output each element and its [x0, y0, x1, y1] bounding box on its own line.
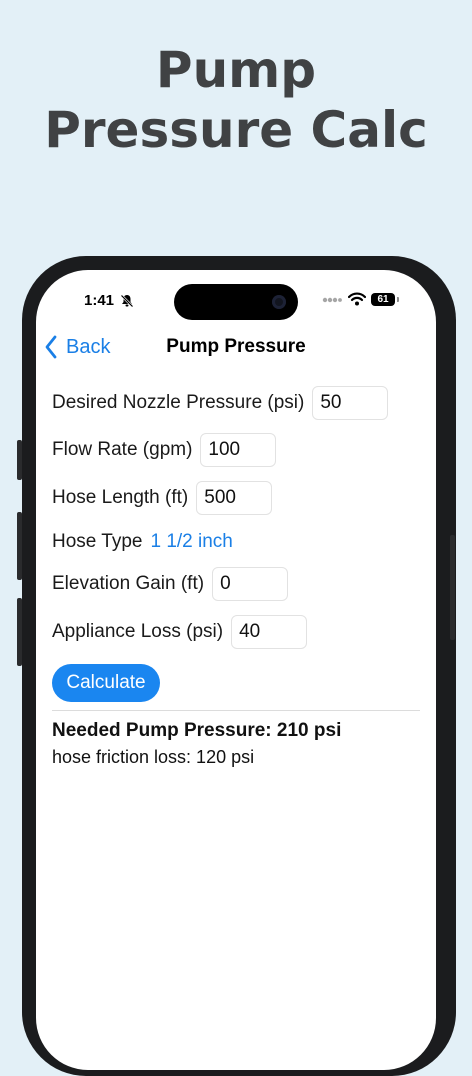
promo-title-line2: Pressure Calc: [44, 101, 428, 159]
hose-type-picker[interactable]: 1 1/2 inch: [150, 531, 232, 553]
nozzle-pressure-label: Desired Nozzle Pressure (psi): [52, 392, 305, 413]
nav-title: Pump Pressure: [166, 336, 306, 357]
dynamic-island: [174, 284, 298, 320]
flow-rate-label: Flow Rate (gpm): [52, 439, 193, 460]
hose-friction-loss: hose friction loss: 120 psi: [52, 747, 255, 767]
status-time: 1:41: [84, 292, 115, 309]
hose-length-label: Hose Length (ft): [52, 487, 189, 508]
flow-rate-input[interactable]: 100: [200, 433, 277, 467]
phone-side-button: [17, 440, 22, 480]
camera-icon: [272, 295, 286, 309]
battery-icon: 61: [371, 293, 395, 306]
battery-cap: [397, 297, 399, 302]
nozzle-pressure-row: Desired Nozzle Pressure (psi) 50: [52, 386, 389, 420]
bell-slash-icon: [120, 294, 134, 308]
phone-power-button: [450, 535, 455, 640]
cellular-signal-icon: [322, 297, 342, 303]
phone-volume-up-button: [17, 512, 22, 580]
divider: [52, 710, 420, 711]
elevation-gain-label: Elevation Gain (ft): [52, 573, 205, 594]
elevation-gain-input[interactable]: 0: [212, 567, 289, 601]
phone-volume-down-button: [17, 598, 22, 666]
promo-title: Pump Pressure Calc: [0, 40, 472, 160]
flow-rate-row: Flow Rate (gpm) 100: [52, 433, 277, 467]
promo-title-line1: Pump: [155, 41, 317, 99]
elevation-gain-row: Elevation Gain (ft) 0: [52, 567, 289, 601]
app-screen: 1:41 61 Back Pump Pressure Desired Nozzl…: [36, 270, 436, 1070]
hose-type-label: Hose Type: [52, 531, 143, 552]
nozzle-pressure-input[interactable]: 50: [312, 386, 389, 420]
wifi-icon: [348, 292, 366, 306]
appliance-loss-label: Appliance Loss (psi): [52, 621, 224, 642]
appliance-loss-input[interactable]: 40: [231, 615, 308, 649]
calculate-button[interactable]: Calculate: [52, 664, 160, 702]
hose-type-row: Hose Type 1 1/2 inch: [52, 527, 233, 557]
battery-level: 61: [377, 294, 389, 305]
needed-pump-pressure: Needed Pump Pressure: 210 psi: [52, 720, 342, 741]
hose-length-input[interactable]: 500: [196, 481, 273, 515]
hose-length-row: Hose Length (ft) 500: [52, 481, 273, 515]
appliance-loss-row: Appliance Loss (psi) 40: [52, 615, 308, 649]
